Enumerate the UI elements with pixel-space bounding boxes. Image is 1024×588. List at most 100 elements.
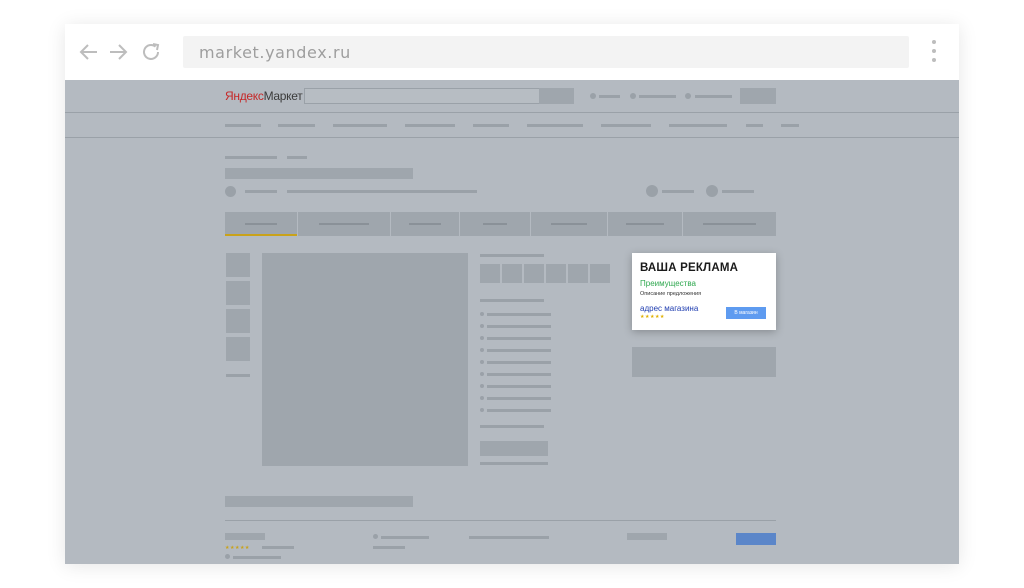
thumbnail[interactable] <box>226 253 250 277</box>
color-swatch[interactable] <box>568 264 588 283</box>
bullet-icon <box>373 534 378 539</box>
divider <box>65 112 959 113</box>
product-image[interactable] <box>262 253 468 466</box>
header-link[interactable] <box>695 95 732 98</box>
spec-heading <box>480 299 544 302</box>
thumbnail[interactable] <box>226 309 250 333</box>
buy-button[interactable] <box>736 533 776 545</box>
ad-title: ВАША РЕКЛАМА <box>640 262 739 274</box>
specs-button[interactable] <box>480 441 548 456</box>
category-link[interactable] <box>669 124 727 127</box>
category-link[interactable] <box>746 124 763 127</box>
login-button[interactable] <box>740 88 776 104</box>
search-button[interactable] <box>539 88 574 104</box>
header-icon <box>630 93 636 99</box>
shop-rating-stars: ★★★★★ <box>225 545 250 551</box>
bullet-icon <box>480 348 484 352</box>
category-link[interactable] <box>405 124 455 127</box>
favorite-icon[interactable] <box>706 185 718 197</box>
offer-detail <box>469 536 549 539</box>
color-swatch[interactable] <box>480 264 500 283</box>
header-link[interactable] <box>599 95 620 98</box>
arrow-left-icon[interactable] <box>78 41 100 63</box>
tab[interactable] <box>608 212 682 236</box>
tab[interactable] <box>391 212 459 236</box>
ad-shop-address-link[interactable]: адрес магазина <box>640 304 698 313</box>
offer-block[interactable] <box>632 347 776 377</box>
bullet-icon <box>480 372 484 376</box>
color-swatch[interactable] <box>502 264 522 283</box>
search-input[interactable] <box>304 88 542 104</box>
arrow-right-icon[interactable] <box>107 41 129 63</box>
bullet-icon <box>480 396 484 400</box>
spec-item <box>487 313 551 316</box>
tab[interactable] <box>683 212 776 236</box>
category-link[interactable] <box>333 124 387 127</box>
thumbnail[interactable] <box>226 281 250 305</box>
bullet-icon <box>480 384 484 388</box>
offer-price <box>627 533 667 540</box>
all-specs-link[interactable] <box>480 425 544 428</box>
ad-rating-stars: ★★★★★ <box>640 314 665 320</box>
color-swatch[interactable] <box>524 264 544 283</box>
spec-heading <box>480 254 544 257</box>
site-logo[interactable]: ЯндексМаркет <box>225 89 303 103</box>
address-bar[interactable]: market.yandex.ru <box>183 36 909 68</box>
to-shop-button[interactable]: В магазин <box>726 307 766 319</box>
category-link[interactable] <box>278 124 315 127</box>
bullet-icon <box>480 360 484 364</box>
bullet-icon <box>480 408 484 412</box>
spec-item <box>487 409 551 412</box>
tab[interactable] <box>298 212 390 236</box>
breadcrumb-item[interactable] <box>225 156 277 159</box>
spec-item <box>487 397 551 400</box>
product-meta <box>287 190 477 193</box>
tab[interactable] <box>460 212 530 236</box>
thumbnail[interactable] <box>226 337 250 361</box>
category-link[interactable] <box>601 124 651 127</box>
spec-item <box>487 361 551 364</box>
divider <box>225 520 776 521</box>
spec-item <box>487 349 551 352</box>
category-link[interactable] <box>781 124 799 127</box>
bullet-icon <box>480 312 484 316</box>
favorite-link[interactable] <box>722 190 754 193</box>
tab[interactable] <box>531 212 607 236</box>
divider <box>65 137 959 138</box>
active-tab-indicator <box>225 234 297 236</box>
color-swatch[interactable] <box>590 264 610 283</box>
reviews-count[interactable] <box>262 546 294 549</box>
delivery-info <box>233 556 281 559</box>
category-link[interactable] <box>473 124 509 127</box>
category-link[interactable] <box>225 124 261 127</box>
offer-detail <box>373 546 405 549</box>
compare-link[interactable] <box>662 190 694 193</box>
color-swatch[interactable] <box>546 264 566 283</box>
spec-item <box>487 385 551 388</box>
category-link[interactable] <box>527 124 583 127</box>
kebab-menu-icon[interactable] <box>931 40 937 64</box>
page-viewport: ЯндексМаркет ВАША РЕКЛАМА Преимущества О… <box>65 80 959 564</box>
ad-card[interactable]: ВАША РЕКЛАМА Преимущества Описание предл… <box>632 253 776 330</box>
ad-description: Описание предложения <box>640 291 702 297</box>
spec-item <box>487 337 551 340</box>
bullet-icon <box>480 336 484 340</box>
browser-toolbar: market.yandex.ru <box>65 24 959 80</box>
header-link[interactable] <box>639 95 676 98</box>
more-photos-link[interactable] <box>226 374 250 377</box>
page-title <box>225 168 413 179</box>
compare-icon[interactable] <box>646 185 658 197</box>
ad-advantages: Преимущества <box>640 279 696 288</box>
spec-footer <box>480 462 548 465</box>
reload-icon[interactable] <box>140 41 162 63</box>
browser-window: market.yandex.ru ЯндексМаркет ВАША РЕКЛА… <box>65 24 959 564</box>
header-icon <box>590 93 596 99</box>
header-icon <box>685 93 691 99</box>
breadcrumb-item[interactable] <box>287 156 307 159</box>
section-title <box>225 496 413 507</box>
shop-name[interactable] <box>225 533 265 540</box>
offer-detail <box>381 536 429 539</box>
url-text: market.yandex.ru <box>199 43 351 62</box>
rating-icon <box>225 186 236 197</box>
tab[interactable] <box>225 212 297 236</box>
